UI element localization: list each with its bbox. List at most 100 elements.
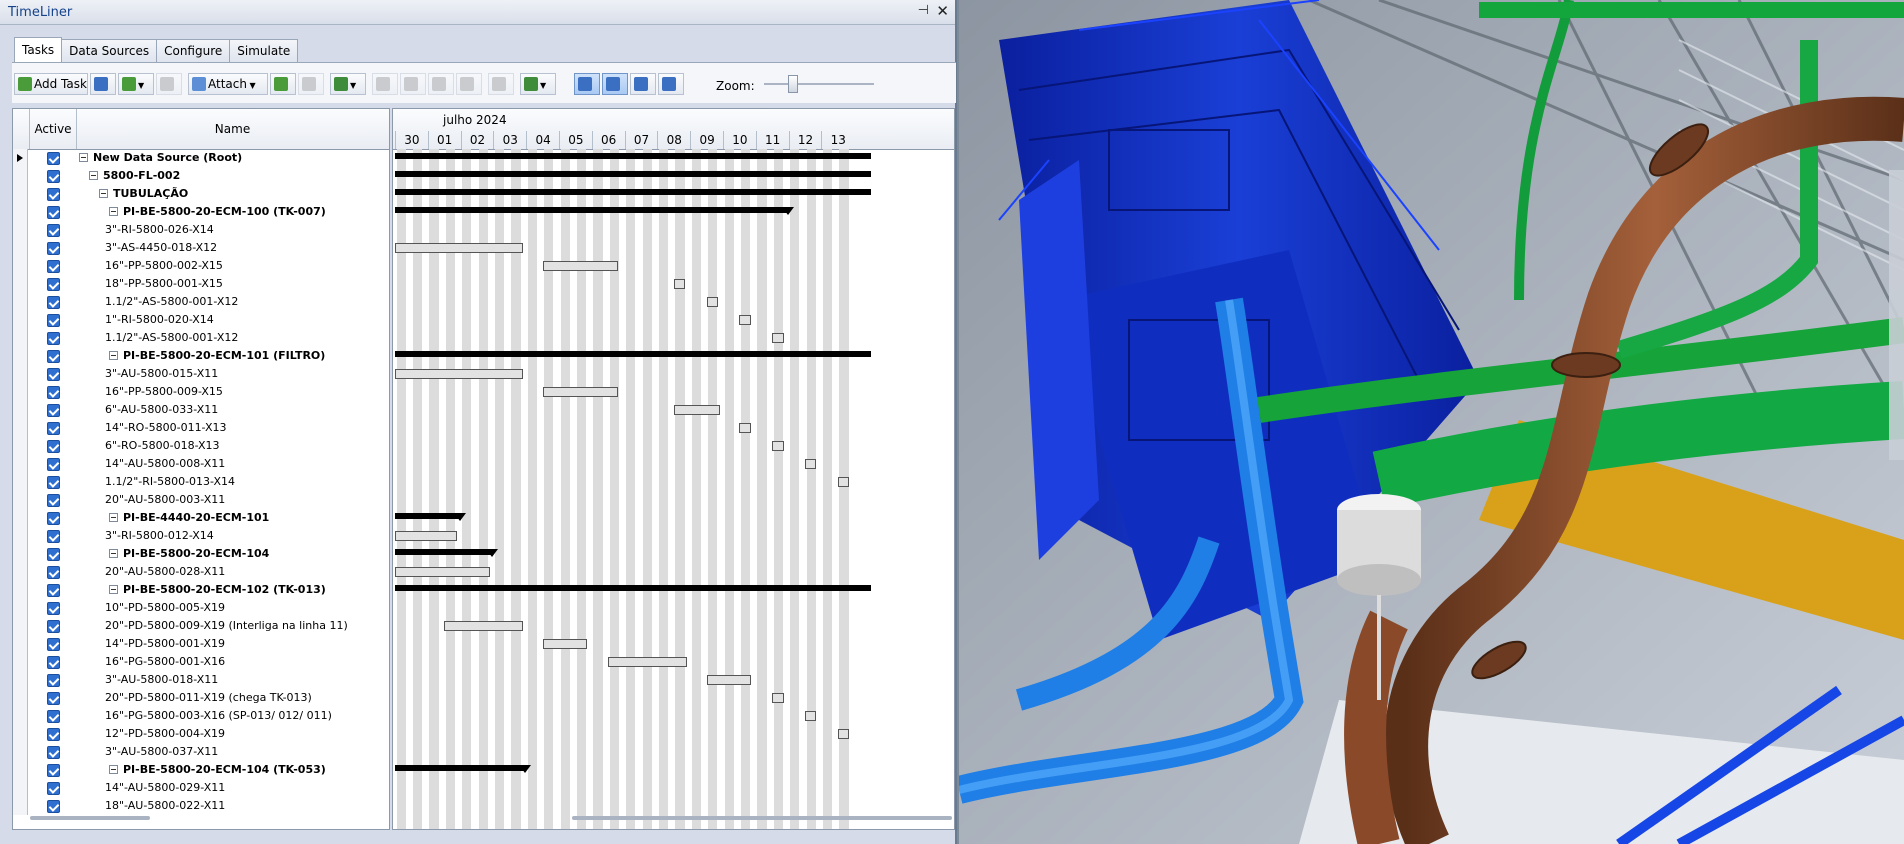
- tab-configure[interactable]: Configure: [156, 39, 231, 62]
- gantt-task-bar[interactable]: [395, 369, 523, 379]
- table-row[interactable]: 3"-AU-5800-037-X11: [13, 743, 389, 761]
- active-checkbox[interactable]: [47, 170, 60, 183]
- task-name[interactable]: PI-BE-5800-20-ECM-101 (FILTRO): [123, 349, 325, 362]
- active-checkbox[interactable]: [47, 566, 60, 579]
- active-checkbox[interactable]: [47, 746, 60, 759]
- task-name[interactable]: 3"-AS-4450-018-X12: [105, 241, 217, 254]
- view-both-button[interactable]: [658, 73, 684, 95]
- active-checkbox[interactable]: [47, 386, 60, 399]
- insert-task-button[interactable]: [90, 73, 116, 95]
- collapse-icon[interactable]: [109, 351, 118, 360]
- comment-button[interactable]: [488, 73, 514, 95]
- active-checkbox[interactable]: [47, 458, 60, 471]
- collapse-icon[interactable]: [109, 585, 118, 594]
- gantt-summary-bar[interactable]: [395, 513, 466, 521]
- table-row[interactable]: 1.1/2"-AS-5800-001-X12: [13, 293, 389, 311]
- task-name[interactable]: New Data Source (Root): [93, 151, 242, 164]
- row-selector[interactable]: [13, 311, 28, 329]
- table-row[interactable]: 16"-PP-5800-002-X15: [13, 257, 389, 275]
- task-name[interactable]: 3"-AU-5800-037-X11: [105, 745, 218, 758]
- view-gantt-button[interactable]: [574, 73, 600, 95]
- active-checkbox[interactable]: [47, 368, 60, 381]
- row-selector[interactable]: [13, 635, 28, 653]
- tab-tasks[interactable]: Tasks: [14, 37, 63, 62]
- row-selector[interactable]: [13, 257, 28, 275]
- columns-button[interactable]: ▼: [520, 73, 556, 95]
- active-checkbox[interactable]: [47, 764, 60, 777]
- collapse-icon[interactable]: [109, 207, 118, 216]
- task-name[interactable]: TUBULAÇÃO: [113, 187, 188, 200]
- find-button[interactable]: ▼: [330, 73, 366, 95]
- task-name[interactable]: 14"-AU-5800-029-X11: [105, 781, 225, 794]
- active-checkbox[interactable]: [47, 242, 60, 255]
- row-selector[interactable]: [13, 383, 28, 401]
- collapse-icon[interactable]: [109, 513, 118, 522]
- gantt-summary-bar[interactable]: [395, 171, 871, 177]
- gantt-task-bar[interactable]: [772, 333, 784, 343]
- gantt-summary-bar[interactable]: [395, 549, 499, 557]
- row-selector[interactable]: [13, 221, 28, 239]
- task-name[interactable]: 20"-PD-5800-011-X19 (chega TK-013): [105, 691, 312, 704]
- active-checkbox[interactable]: [47, 512, 60, 525]
- task-name[interactable]: PI-BE-5800-20-ECM-104 (TK-053): [123, 763, 326, 776]
- active-checkbox[interactable]: [47, 494, 60, 507]
- gantt-task-bar[interactable]: [608, 657, 687, 667]
- add-task-button[interactable]: Add Task: [14, 73, 88, 95]
- zoom-slider-thumb[interactable]: [788, 75, 798, 93]
- gantt-summary-bar[interactable]: [395, 351, 871, 357]
- row-selector[interactable]: [13, 329, 28, 347]
- gantt-task-bar[interactable]: [739, 315, 751, 325]
- table-row[interactable]: 1.1/2"-RI-5800-013-X14: [13, 473, 389, 491]
- move-down-button[interactable]: [456, 73, 482, 95]
- row-selector[interactable]: [13, 761, 28, 779]
- table-row[interactable]: 3"-RI-5800-012-X14: [13, 527, 389, 545]
- active-checkbox[interactable]: [47, 692, 60, 705]
- task-name[interactable]: 18"-PP-5800-001-X15: [105, 277, 223, 290]
- collapse-icon[interactable]: [89, 171, 98, 180]
- auto-add-button[interactable]: ▼: [118, 73, 154, 95]
- table-row[interactable]: 16"-PG-5800-001-X16: [13, 653, 389, 671]
- active-checkbox[interactable]: [47, 602, 60, 615]
- table-row[interactable]: 3"-AS-4450-018-X12: [13, 239, 389, 257]
- task-name[interactable]: 1.1/2"-AS-5800-001-X12: [105, 295, 238, 308]
- gantt-task-bar[interactable]: [673, 279, 686, 289]
- active-checkbox[interactable]: [47, 404, 60, 417]
- row-selector[interactable]: [13, 671, 28, 689]
- table-row[interactable]: TUBULAÇÃO: [13, 185, 389, 203]
- task-name[interactable]: 1.1/2"-AS-5800-001-X12: [105, 331, 238, 344]
- table-row[interactable]: 1.1/2"-AS-5800-001-X12: [13, 329, 389, 347]
- active-checkbox[interactable]: [47, 422, 60, 435]
- table-row[interactable]: 1"-RI-5800-020-X14: [13, 311, 389, 329]
- table-row[interactable]: 5800-FL-002: [13, 167, 389, 185]
- row-selector[interactable]: [13, 419, 28, 437]
- active-checkbox[interactable]: [47, 584, 60, 597]
- task-name[interactable]: 14"-RO-5800-011-X13: [105, 421, 227, 434]
- table-row[interactable]: 18"-PP-5800-001-X15: [13, 275, 389, 293]
- active-checkbox[interactable]: [47, 638, 60, 651]
- row-selector[interactable]: [13, 293, 28, 311]
- active-checkbox[interactable]: [47, 296, 60, 309]
- task-name[interactable]: 12"-PD-5800-004-X19: [105, 727, 225, 740]
- delete-task-button[interactable]: [156, 73, 182, 95]
- gantt-scroll-thumb[interactable]: [572, 816, 952, 820]
- close-icon[interactable]: ✕: [936, 2, 949, 20]
- refresh-button[interactable]: [270, 73, 296, 95]
- active-checkbox[interactable]: [47, 260, 60, 273]
- collapse-icon[interactable]: [109, 549, 118, 558]
- row-selector[interactable]: [13, 689, 28, 707]
- collapse-icon[interactable]: [79, 153, 88, 162]
- table-row[interactable]: 3"-AU-5800-018-X11: [13, 671, 389, 689]
- row-selector[interactable]: [13, 437, 28, 455]
- task-name[interactable]: 14"-PD-5800-001-X19: [105, 637, 225, 650]
- table-row[interactable]: 6"-RO-5800-018-X13: [13, 437, 389, 455]
- row-selector[interactable]: [13, 365, 28, 383]
- grid-scroll-thumb[interactable]: [30, 816, 150, 820]
- row-selector[interactable]: [13, 653, 28, 671]
- clear-button[interactable]: [298, 73, 324, 95]
- active-checkbox[interactable]: [47, 278, 60, 291]
- gantt-task-bar[interactable]: [805, 711, 817, 721]
- task-name[interactable]: 3"-RI-5800-026-X14: [105, 223, 214, 236]
- task-name[interactable]: PI-BE-5800-20-ECM-102 (TK-013): [123, 583, 326, 596]
- row-selector[interactable]: [13, 455, 28, 473]
- gantt-task-bar[interactable]: [805, 459, 817, 469]
